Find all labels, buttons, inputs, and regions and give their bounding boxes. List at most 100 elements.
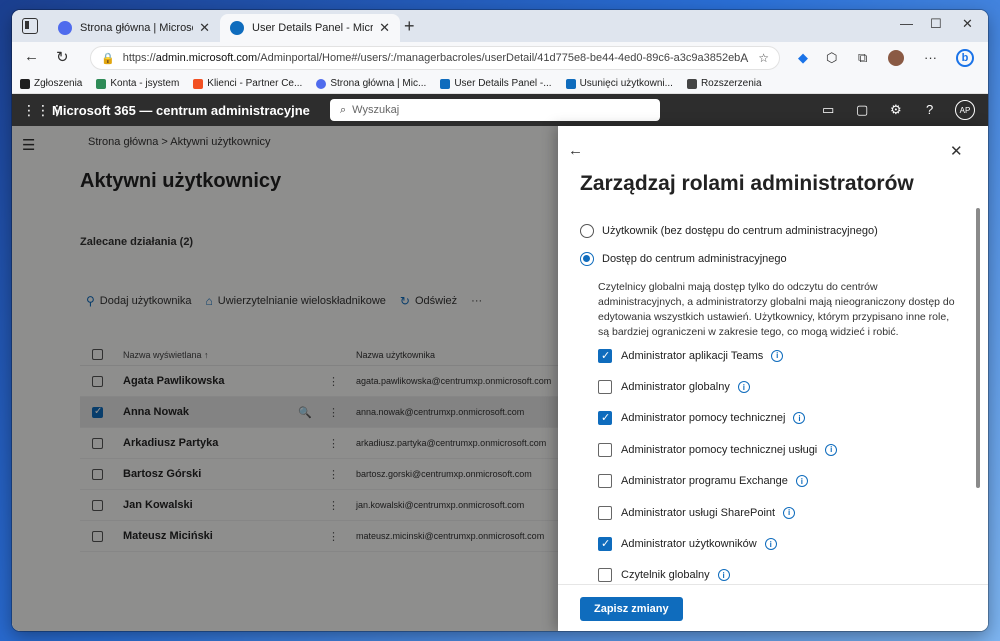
browser-window: Strona główna | Microsoft 365 ✕ User Det… [12, 10, 988, 631]
app-title: Microsoft 365 — centrum administracyjne [52, 103, 310, 118]
modal-overlay[interactable] [12, 126, 558, 631]
search-input[interactable]: ⌕ Wyszukaj [330, 99, 660, 121]
favorite-item[interactable]: Rozszerzenia [686, 78, 762, 89]
role-checkbox[interactable] [598, 505, 612, 520]
panel-footer: Zapisz zmiany [558, 584, 988, 631]
favicon-icon [96, 78, 107, 89]
info-icon[interactable]: i [717, 569, 730, 582]
radio-button[interactable] [580, 224, 594, 238]
tab-user-details[interactable]: User Details Panel - Microsoft 365 ✕ [220, 14, 400, 42]
favicon-icon [316, 78, 327, 89]
info-icon[interactable]: i [795, 475, 808, 488]
role-label: Administrator programu Exchange [621, 475, 788, 488]
lock-icon: 🔒 [101, 52, 115, 65]
info-icon[interactable]: i [771, 349, 784, 362]
extensions-icon[interactable]: ⬡ [826, 50, 837, 66]
role-checkbox[interactable] [598, 568, 612, 583]
role-checkbox[interactable] [598, 411, 612, 426]
role-label: Administrator globalny [621, 381, 730, 394]
app-header: ⋮⋮⋮ Microsoft 365 — centrum administracy… [12, 94, 988, 126]
info-icon[interactable]: i [793, 412, 806, 425]
address-bar-row: ← ↻ 🔒 https://admin.microsoft.com/Adminp… [12, 42, 988, 74]
role-label: Administrator usługi SharePoint [621, 506, 776, 519]
profile-avatar[interactable] [888, 50, 904, 66]
url-text: https://admin.microsoft.com/Adminportal/… [122, 52, 741, 64]
role-sharepoint-admin[interactable]: Administrator usługi SharePoint i [598, 497, 837, 528]
info-icon[interactable]: i [737, 381, 750, 394]
favicon-icon [565, 78, 576, 89]
info-icon[interactable]: i [783, 506, 796, 519]
m365-icon [58, 21, 72, 35]
manage-roles-panel: ← ✕ Zarządzaj rolami administratorów Uży… [558, 126, 988, 631]
search-placeholder: Wyszukaj [352, 104, 400, 116]
close-tab-icon[interactable]: ✕ [199, 20, 210, 36]
tab-strip: Strona główna | Microsoft 365 ✕ User Det… [12, 10, 988, 42]
help-icon[interactable]: ? [926, 102, 933, 117]
panel-scrollbar[interactable] [976, 208, 980, 488]
favorite-item[interactable]: Klienci - Partner Ce... [193, 78, 302, 89]
radio-label: Dostęp do centrum administracyjnego [602, 253, 787, 265]
document-icon[interactable]: ▢ [856, 102, 868, 118]
radio-admin-center-access[interactable]: Dostęp do centrum administracyjnego [580, 252, 787, 266]
role-label: Administrator pomocy technicznej [621, 412, 786, 425]
favorite-item[interactable]: Usunięci użytkowni... [565, 78, 673, 89]
admin-icon [230, 21, 244, 35]
profile-switch-icon[interactable]: ⧉ [858, 50, 867, 66]
roles-description: Czytelnicy globalni mają dostęp tylko do… [598, 281, 955, 338]
role-label: Administrator aplikacji Teams [621, 349, 764, 362]
tab-title: Strona główna | Microsoft 365 [80, 22, 193, 34]
search-icon: ⌕ [340, 103, 347, 116]
role-label: Czytelnik globalny [621, 569, 710, 582]
back-arrow-icon[interactable]: ← [568, 142, 583, 159]
info-icon[interactable]: i [764, 538, 777, 551]
role-checkbox[interactable] [598, 348, 612, 363]
role-global-admin[interactable]: Administrator globalny i [598, 371, 837, 402]
favorite-item[interactable]: Strona główna | Mic... [316, 78, 426, 89]
radio-user-no-access[interactable]: Użytkownik (bez dostępu do centrum admin… [580, 224, 878, 238]
bing-icon[interactable]: b [956, 49, 974, 67]
role-checkbox[interactable] [598, 380, 612, 395]
tab-actions-icon[interactable] [22, 18, 38, 34]
favorite-star-icon[interactable]: ☆ [758, 51, 769, 65]
minimize-button[interactable]: — [900, 16, 913, 31]
close-window-button[interactable]: ✕ [962, 16, 973, 32]
more-icon[interactable]: ··· [924, 50, 937, 65]
role-helpdesk-admin[interactable]: Administrator pomocy technicznej i [598, 403, 837, 434]
favorites-bar: Zgłoszenia Konta - jsystem Klienci - Par… [12, 74, 988, 94]
terminal-icon[interactable]: ▭ [822, 102, 834, 118]
close-tab-icon[interactable]: ✕ [379, 20, 390, 36]
refresh-icon[interactable]: ↻ [56, 48, 69, 66]
new-tab-button[interactable]: + [404, 14, 415, 38]
url-field[interactable]: 🔒 https://admin.microsoft.com/Adminporta… [90, 46, 780, 70]
favicon-icon [440, 78, 451, 89]
tab-home[interactable]: Strona główna | Microsoft 365 ✕ [48, 14, 220, 42]
roles-list: Administrator aplikacji Teams i Administ… [598, 340, 838, 591]
role-checkbox[interactable] [598, 442, 612, 457]
settings-icon[interactable]: ⚙ [890, 102, 902, 118]
favicon-icon [686, 78, 697, 89]
user-avatar[interactable]: AP [955, 100, 975, 120]
back-icon[interactable]: ← [24, 48, 39, 65]
close-panel-icon[interactable]: ✕ [950, 142, 963, 160]
favorite-item[interactable]: Zgłoszenia [20, 78, 82, 89]
role-teams-admin[interactable]: Administrator aplikacji Teams i [598, 340, 837, 371]
collections-icon[interactable]: ◆ [798, 50, 808, 66]
role-user-admin[interactable]: Administrator użytkowników i [598, 528, 837, 559]
role-exchange-admin[interactable]: Administrator programu Exchange i [598, 466, 837, 497]
role-service-support-admin[interactable]: Administrator pomocy technicznej usługi … [598, 434, 838, 465]
favicon-icon [193, 78, 204, 89]
role-checkbox[interactable] [598, 537, 612, 552]
radio-label: Użytkownik (bez dostępu do centrum admin… [602, 225, 878, 237]
tab-title: User Details Panel - Microsoft 365 [252, 22, 374, 34]
maximize-button[interactable]: ☐ [930, 16, 942, 32]
panel-title: Zarządzaj rolami administratorów [580, 172, 914, 195]
read-aloud-icon[interactable]: A [740, 51, 748, 65]
role-label: Administrator użytkowników [621, 538, 757, 551]
radio-button[interactable] [580, 252, 594, 266]
info-icon[interactable]: i [825, 443, 838, 456]
role-checkbox[interactable] [598, 474, 612, 489]
favorite-item[interactable]: Konta - jsystem [96, 78, 179, 89]
favicon-icon [20, 78, 30, 89]
favorite-item[interactable]: User Details Panel -... [440, 78, 552, 89]
save-changes-button[interactable]: Zapisz zmiany [580, 597, 683, 621]
